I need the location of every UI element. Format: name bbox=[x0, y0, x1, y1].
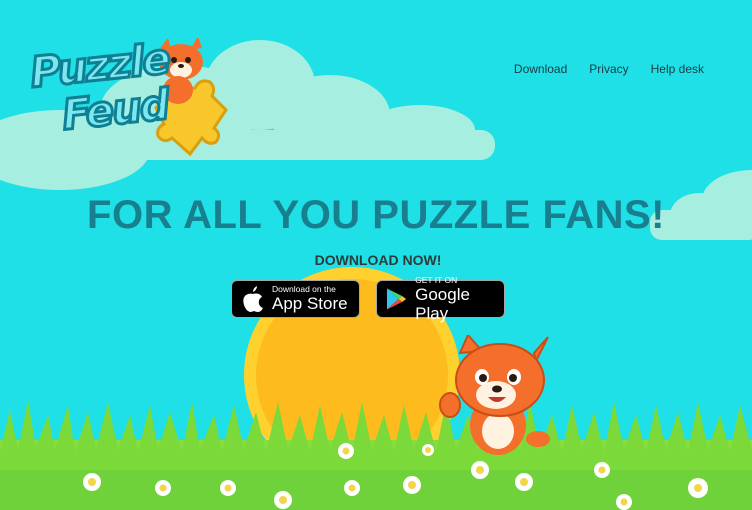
app-store-big-label: App Store bbox=[272, 294, 348, 313]
nav-help-desk[interactable]: Help desk bbox=[651, 62, 704, 76]
nav-privacy[interactable]: Privacy bbox=[589, 62, 628, 76]
google-play-button[interactable]: GET IT ON Google Play bbox=[376, 275, 505, 323]
hero-title: FOR ALL YOU PUZZLE FANS! bbox=[87, 193, 665, 237]
hero-subtitle: DOWNLOAD NOW! bbox=[314, 252, 442, 268]
logo-text: Puzzle Feud bbox=[26, 32, 172, 141]
apple-icon bbox=[243, 286, 263, 312]
logo-line-2: Feud bbox=[58, 78, 171, 141]
app-store-small-label: Download on the bbox=[272, 284, 336, 294]
top-nav: Download Privacy Help desk bbox=[514, 62, 704, 76]
puzzle-feud-logo[interactable]: Puzzle Feud bbox=[26, 32, 230, 163]
google-play-icon bbox=[386, 288, 407, 310]
google-play-big-label: Google Play bbox=[415, 284, 470, 323]
nav-download[interactable]: Download bbox=[514, 62, 567, 76]
google-play-small-label: GET IT ON bbox=[415, 274, 458, 285]
app-store-button[interactable]: Download on the App Store bbox=[231, 280, 360, 318]
fox-mascot-waving bbox=[439, 335, 550, 455]
